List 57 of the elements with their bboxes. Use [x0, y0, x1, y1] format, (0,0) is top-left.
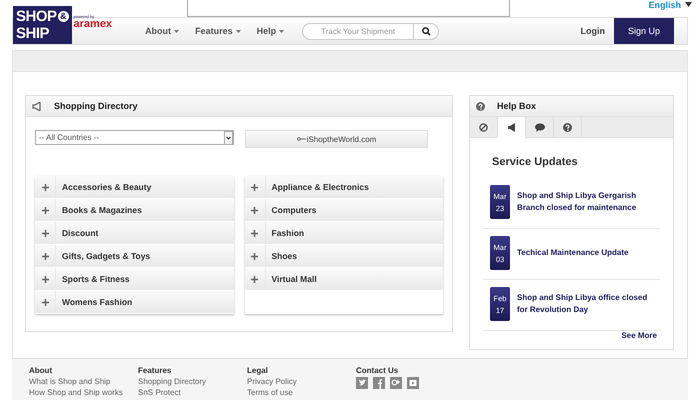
- caret-icon: [279, 30, 284, 32]
- category-item[interactable]: Computers: [244, 199, 443, 221]
- sign-up-button[interactable]: Sign Up: [614, 18, 674, 44]
- category-item[interactable]: Fashion: [244, 222, 443, 244]
- video-icon[interactable]: [407, 377, 419, 389]
- category-item[interactable]: Gifts, Gadgets & Toys: [35, 245, 234, 267]
- update-link[interactable]: Techical Maintenance Update: [517, 247, 628, 259]
- category-item[interactable]: Virtual Mall: [244, 268, 443, 290]
- category-item[interactable]: Accessories & Beauty: [35, 176, 234, 198]
- update-link[interactable]: Shop and Ship Libya Gergarish Branch closed for maintenance: [517, 190, 653, 214]
- google-plus-icon[interactable]: [390, 377, 402, 389]
- panel-title: Shopping Directory: [54, 101, 138, 111]
- link-icon: [296, 137, 306, 141]
- section-heading: Service Updates: [492, 156, 579, 168]
- nav-menu[interactable]: Help: [256, 26, 284, 36]
- help-icon: [476, 102, 485, 110]
- see-more-link[interactable]: See More: [621, 331, 657, 340]
- caret-icon: [174, 30, 180, 32]
- footer-link[interactable]: How Shop and Ship works: [29, 387, 138, 398]
- help-tab[interactable]: [498, 117, 526, 139]
- help-icon: [563, 122, 572, 132]
- category-item[interactable]: Books & Magazines: [35, 199, 234, 221]
- panel-title: Help Box: [497, 101, 536, 111]
- caret-icon: [685, 2, 692, 7]
- search-icon: [422, 26, 431, 36]
- category-item[interactable]: Shoes: [244, 245, 443, 267]
- nav-menu[interactable]: Features: [195, 26, 241, 36]
- footer-link[interactable]: Privacy Policy: [247, 376, 356, 387]
- login-link[interactable]: Login: [580, 26, 605, 36]
- caret-icon: [236, 30, 241, 32]
- footer-link[interactable]: Terms of use: [247, 387, 356, 398]
- category-item[interactable]: Discount: [35, 222, 234, 244]
- ishoptheworld-button[interactable]: iShoptheWorld.com: [245, 130, 428, 148]
- category-item[interactable]: Appliance & Electronics: [244, 176, 443, 198]
- category-item[interactable]: Sports & Fitness: [35, 268, 234, 290]
- footer-heading: Legal: [247, 365, 269, 376]
- chat-bubble-icon: [534, 122, 544, 132]
- footer-link[interactable]: What is Shop and Ship: [29, 376, 138, 387]
- update-link[interactable]: Shop and Ship Libya office closed for Revolution Day: [517, 292, 653, 316]
- prohibited-icon: [479, 122, 488, 132]
- megaphone-icon: [506, 123, 516, 132]
- twitter-icon[interactable]: [356, 377, 368, 389]
- logo[interactable]: SHOP & SHIP: [13, 6, 72, 44]
- facebook-icon[interactable]: [373, 377, 385, 389]
- footer-link[interactable]: SnS Protect: [138, 387, 247, 398]
- country-select[interactable]: -- All Countries --: [35, 130, 234, 145]
- search-button[interactable]: [414, 22, 440, 40]
- footer-heading: Contact Us: [356, 365, 400, 376]
- megaphone-icon: [32, 102, 42, 110]
- brand-text: aramex: [74, 19, 112, 30]
- track-shipment-field[interactable]: Track Your Shipment: [302, 22, 414, 40]
- nav-menu[interactable]: About: [145, 26, 180, 36]
- language-selector[interactable]: English: [648, 0, 700, 9]
- category-item[interactable]: Womens Fashion: [35, 291, 234, 313]
- footer-heading: Features: [138, 365, 172, 376]
- footer-heading: About: [29, 365, 54, 376]
- footer-link[interactable]: Shopping Directory: [138, 376, 247, 387]
